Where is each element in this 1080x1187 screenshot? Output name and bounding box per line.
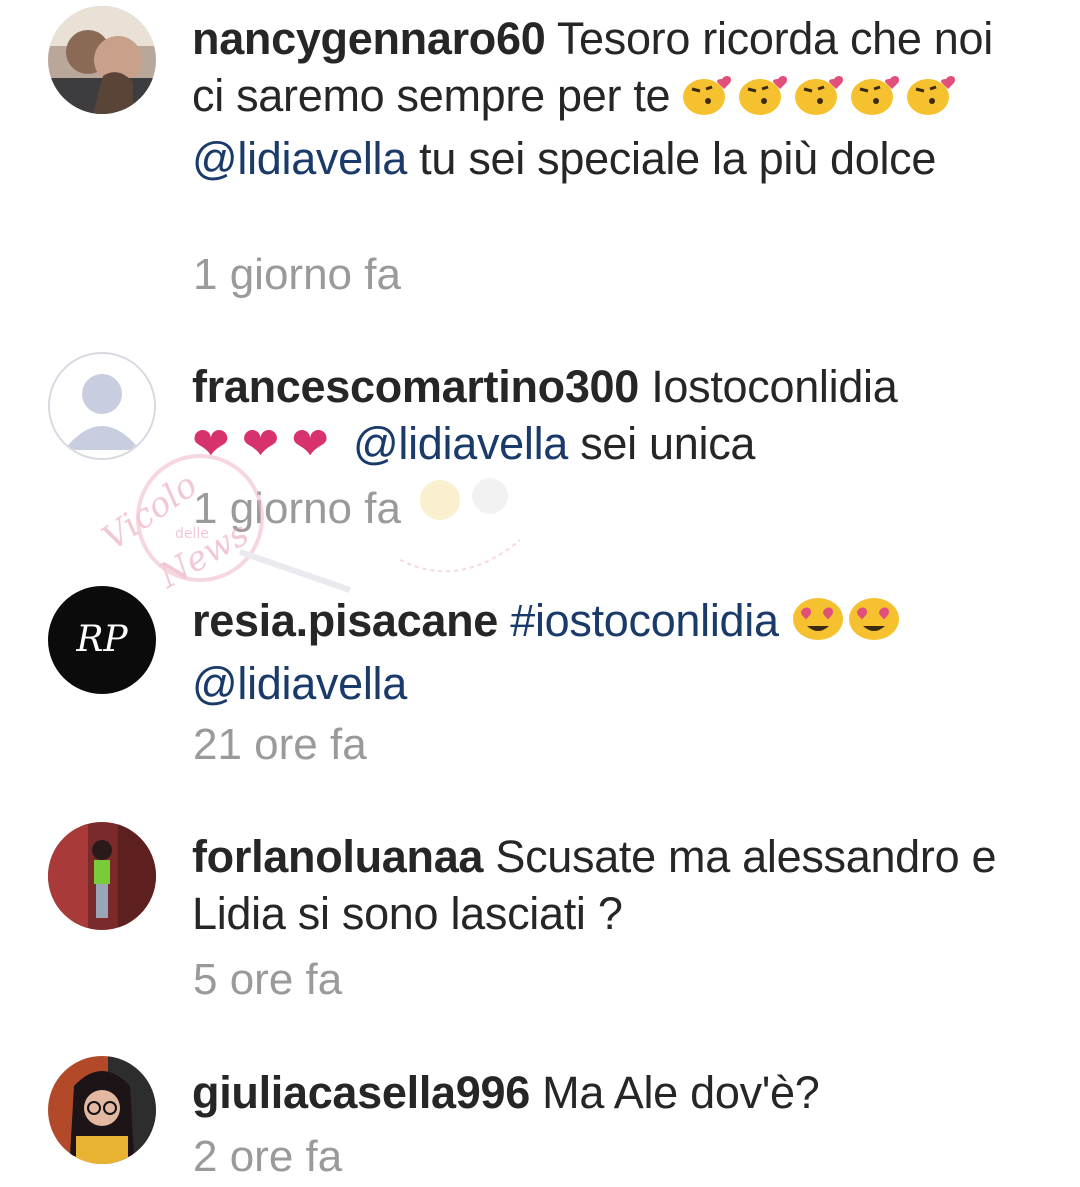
avatar[interactable] [48,6,156,114]
heart-eyes-emoji-icon [847,594,901,655]
avatar[interactable] [48,822,156,930]
avatar[interactable] [48,352,156,460]
comment-text: sei unica [568,418,756,469]
comment-timestamp: 2 ore fa [193,1132,343,1181]
avatar-initials: RP [76,619,128,660]
comment-username[interactable]: forlanoluanaa [192,831,483,882]
comment-timestamp: 5 ore fa [193,955,343,1004]
avatar[interactable] [48,1056,156,1164]
default-user-icon [50,354,154,458]
comment-timestamp: 1 giorno fa [193,484,401,533]
watermark-text: Vicolo [95,465,205,558]
comment-text: Iostoconlidia [639,361,898,412]
comment-timestamp: 21 ore fa [193,720,367,769]
comment-timestamp: 1 giorno fa [193,250,401,299]
heart-eyes-emoji-icon [791,594,845,655]
comment-text: Ma Ale dov'è? [529,1067,820,1118]
comment-username[interactable]: resia.pisacane [192,595,498,646]
comment-username[interactable]: nancygennaro60 [192,13,546,64]
kissing-heart-emoji-icon [906,71,960,130]
comment-username[interactable]: francescomartino300 [192,361,639,412]
comment-username[interactable]: giuliacasella996 [192,1067,530,1118]
mention-link[interactable]: @lidiavella [192,133,407,184]
kissing-heart-emoji-icon [850,71,904,130]
comment-text: tu sei speciale la più dolce [406,133,937,184]
kissing-heart-emoji-icon [682,71,736,130]
hashtag-link[interactable]: #iostoconlidia [510,595,779,646]
avatar[interactable]: RP [48,586,156,694]
mention-link[interactable]: @lidiavella [192,658,407,709]
mention-link[interactable]: @lidiavella [353,418,568,469]
kissing-heart-emoji-icon [794,71,848,130]
heart-emoji-icon: ❤ ❤ ❤ [192,418,329,469]
kissing-heart-emoji-icon [738,71,792,130]
